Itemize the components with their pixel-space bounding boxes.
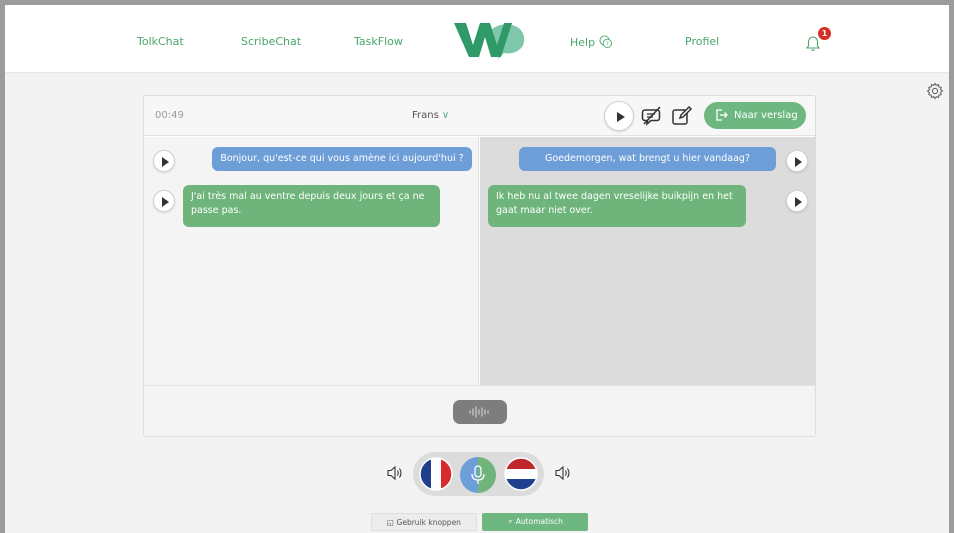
target-language-pane: Goedemorgen, wat brengt u hier vandaag? … [480,137,815,385]
message-bubble: Goedemorgen, wat brengt u hier vandaag? [519,147,776,171]
buttons-mode-icon: ◱ [387,518,395,527]
flag-france-icon[interactable] [419,457,453,491]
message-bubble: Bonjour, qu'est-ce qui vous amène ici au… [212,147,472,171]
microphone-icon [471,465,485,484]
nav-tolkchat[interactable]: TolkChat [137,35,184,48]
speaker-icon[interactable] [554,465,572,481]
play-message-button[interactable] [153,150,175,172]
recording-bar [144,385,815,436]
to-report-label: Naar verslag [734,110,798,121]
nav-profiel[interactable]: Profiel [685,35,719,48]
conversation-toolbar: 00:49 Frans ∨ Naar verslag [144,96,815,136]
message-bubble: J'ai très mal au ventre depuis deux jour… [183,185,440,227]
nav-help[interactable]: Help ? [570,35,612,49]
brand-logo[interactable] [452,19,526,59]
speaker-icon[interactable] [386,465,404,481]
play-all-button[interactable] [604,101,634,131]
audio-wave-icon [469,406,489,418]
nav-help-label: Help [570,36,596,49]
language-select[interactable]: Frans ∨ [412,110,449,121]
use-buttons-mode-label: Gebruik knoppen [396,518,461,527]
to-report-button[interactable]: Naar verslag [704,102,806,129]
flag-netherlands-icon[interactable] [504,457,538,491]
automatic-mode-label: Automatisch [515,517,563,526]
mic-button[interactable] [460,457,496,493]
voice-wave-button[interactable] [453,400,507,424]
nav-taskflow[interactable]: TaskFlow [354,35,403,48]
help-chat-icon: ? [599,35,612,49]
language-select-label: Frans [412,110,439,121]
edit-icon[interactable] [670,104,694,128]
call-timer: 00:49 [155,110,184,121]
conversation-card: 00:49 Frans ∨ Naar verslag Bonjour, qu'e… [143,95,816,437]
play-message-button[interactable] [786,150,808,172]
top-navigation: TolkChat ScribeChat TaskFlow Help ? Prof… [5,5,949,73]
source-language-pane: Bonjour, qu'est-ce qui vous amène ici au… [144,137,479,385]
notification-badge: 1 [818,27,831,40]
nav-scribechat[interactable]: ScribeChat [241,35,301,48]
chat-off-icon[interactable] [640,104,664,128]
gear-icon[interactable] [926,82,944,100]
exit-icon [716,109,728,121]
svg-text:?: ? [605,42,608,48]
use-buttons-mode-button[interactable]: ◱ Gebruik knoppen [371,513,477,531]
language-switcher [413,452,544,496]
automatic-mode-button[interactable]: ⚬ Automatisch [482,513,588,531]
play-message-button[interactable] [153,190,175,212]
message-bubble: Ik heb nu al twee dagen vreselijke buikp… [488,185,746,227]
chevron-down-icon: ∨ [441,110,450,121]
play-message-button[interactable] [786,190,808,212]
microphone-small-icon: ⚬ [507,517,514,526]
